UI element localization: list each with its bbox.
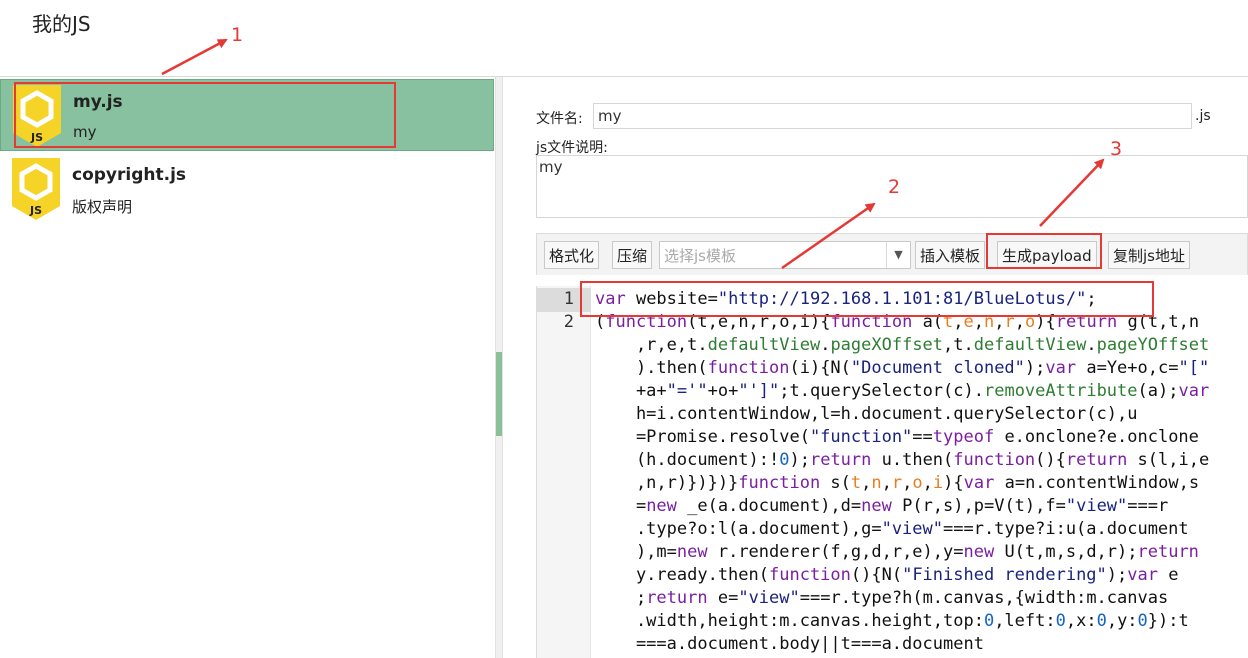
- code-editor[interactable]: 1 2 var website="http://192.168.1.101:81…: [536, 286, 1248, 658]
- filename-input[interactable]: [593, 103, 1192, 129]
- js-description-label: js文件说明:: [536, 140, 608, 156]
- page-title: 我的JS: [32, 12, 91, 36]
- filename-label: 文件名:: [536, 111, 583, 127]
- annotation-label-2: 2: [888, 176, 901, 198]
- js-list-item-copyright[interactable]: JS copyright.js 版权声明: [0, 153, 494, 225]
- annotation-label-3: 3: [1110, 138, 1123, 160]
- js-item-desc: 版权声明: [72, 198, 133, 216]
- template-select-placeholder: 选择js模板: [664, 247, 736, 265]
- splitter-handle[interactable]: [496, 352, 502, 436]
- line-number: 2: [563, 312, 574, 332]
- annotation-box-3: [986, 233, 1102, 269]
- filename-extension: .js: [1195, 108, 1211, 124]
- annotation-arrow-1: [161, 38, 228, 76]
- template-select[interactable]: 选择js模板 ▼: [659, 241, 911, 269]
- code-content[interactable]: var website="http://192.168.1.101:81/Blu…: [595, 288, 1209, 656]
- annotation-box-1: [14, 82, 396, 148]
- annotation-label-1: 1: [231, 24, 244, 46]
- editor-toolbar: 格式化 压缩 选择js模板 ▼ 插入模板 生成payload 复制js地址: [536, 233, 1248, 275]
- compress-button[interactable]: 压缩: [612, 241, 653, 269]
- svg-text:JS: JS: [29, 204, 42, 217]
- format-button[interactable]: 格式化: [544, 241, 600, 269]
- line-number: 1: [563, 289, 574, 309]
- insert-template-button[interactable]: 插入模板: [915, 241, 986, 269]
- js-file-list: JS my.js my JS copyright.js 版权声明: [0, 77, 495, 658]
- line-number-gutter: 1 2: [537, 286, 591, 658]
- chevron-down-icon: ▼: [886, 242, 910, 268]
- copy-js-url-button[interactable]: 复制js地址: [1108, 241, 1190, 269]
- js-file-icon: JS: [12, 158, 60, 220]
- js-item-name: copyright.js: [72, 165, 187, 185]
- annotation-box-2: [580, 281, 1154, 317]
